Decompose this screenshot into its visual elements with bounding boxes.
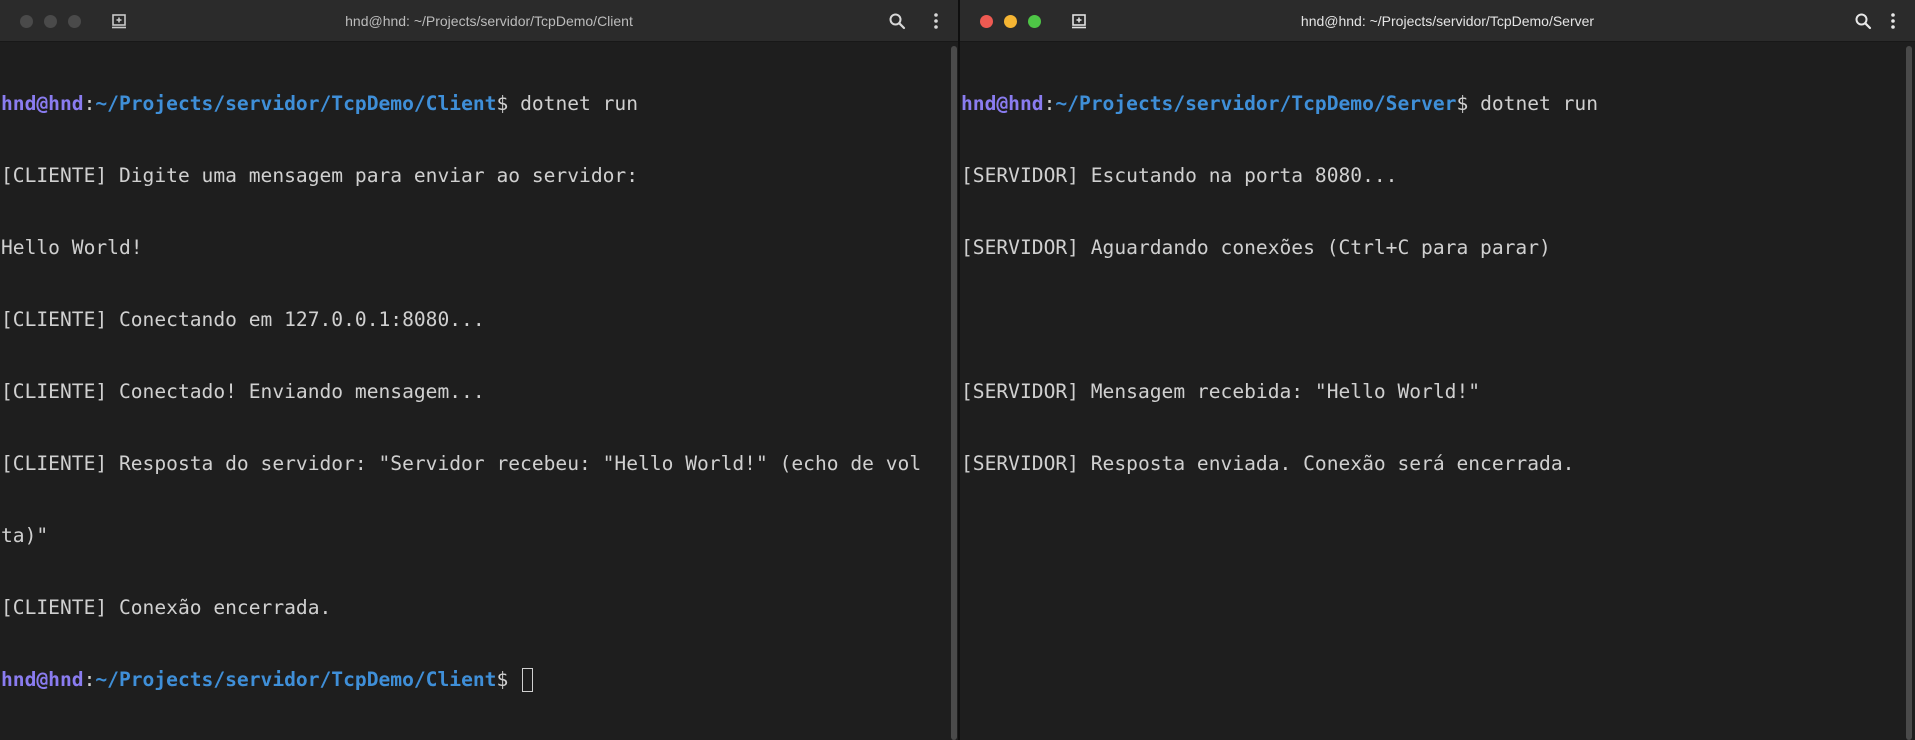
scrollbar[interactable] (951, 46, 957, 740)
prompt-symbol: $ (496, 668, 521, 691)
search-icon[interactable] (888, 12, 906, 30)
prompt-path: ~/Projects/servidor/TcpDemo/Server (1055, 92, 1457, 115)
scrollbar[interactable] (1906, 46, 1912, 740)
kebab-menu-icon[interactable] (927, 12, 945, 30)
title-bar[interactable]: hnd@hnd: ~/Projects/servidor/TcpDemo/Cli… (0, 0, 958, 42)
window-title: hnd@hnd: ~/Projects/servidor/TcpDemo/Cli… (345, 13, 633, 29)
output-line: [CLIENTE] Resposta do servidor: "Servido… (1, 452, 922, 475)
prompt-colon: : (1043, 92, 1056, 115)
prompt-user: hnd@hnd (961, 92, 1044, 115)
prompt-path: ~/Projects/servidor/TcpDemo/Client (95, 92, 497, 115)
output-line: [SERVIDOR] Escutando na porta 8080... (961, 164, 1398, 187)
maximize-button[interactable] (1028, 15, 1041, 28)
prompt-colon: : (83, 92, 96, 115)
output-line: [SERVIDOR] Resposta enviada. Conexão ser… (961, 452, 1575, 475)
command-text: dotnet run (520, 92, 639, 115)
output-line: [CLIENTE] Conectando em 127.0.0.1:8080..… (1, 308, 485, 331)
terminal-output[interactable]: hnd@hnd:~/Projects/servidor/TcpDemo/Serv… (960, 42, 1905, 740)
prompt-symbol: $ (496, 92, 521, 115)
new-tab-icon[interactable] (1070, 12, 1088, 30)
output-line: [CLIENTE] Conectado! Enviando mensagem..… (1, 380, 485, 403)
output-line: [CLIENTE] Conexão encerrada. (1, 596, 332, 619)
terminal-window-server[interactable]: hnd@hnd: ~/Projects/servidor/TcpDemo/Ser… (960, 0, 1915, 740)
maximize-button[interactable] (68, 15, 81, 28)
kebab-menu-icon[interactable] (1884, 12, 1902, 30)
close-button[interactable] (20, 15, 33, 28)
terminal-output[interactable]: hnd@hnd:~/Projects/servidor/TcpDemo/Clie… (0, 42, 948, 740)
prompt-symbol: $ (1456, 92, 1481, 115)
text-cursor (522, 668, 534, 692)
command-text: dotnet run (1480, 92, 1599, 115)
output-line: [SERVIDOR] Mensagem recebida: "Hello Wor… (961, 380, 1481, 403)
output-line: [CLIENTE] Digite uma mensagem para envia… (1, 164, 639, 187)
new-tab-icon[interactable] (110, 12, 128, 30)
search-icon[interactable] (1854, 12, 1872, 30)
window-title: hnd@hnd: ~/Projects/servidor/TcpDemo/Ser… (1300, 13, 1595, 29)
title-bar[interactable]: hnd@hnd: ~/Projects/servidor/TcpDemo/Ser… (960, 0, 1915, 42)
output-line: Hello World! (1, 236, 143, 259)
output-line: [SERVIDOR] Aguardando conexões (Ctrl+C p… (961, 236, 1551, 259)
prompt-user: hnd@hnd (1, 92, 84, 115)
prompt-colon: : (83, 668, 96, 691)
minimize-button[interactable] (1004, 15, 1017, 28)
prompt-user: hnd@hnd (1, 668, 84, 691)
command-line: hnd@hnd:~/Projects/servidor/TcpDemo/Clie… (1, 92, 948, 116)
close-button[interactable] (980, 15, 993, 28)
output-line: ta)" (1, 524, 49, 547)
desktop: hnd@hnd: ~/Projects/servidor/TcpDemo/Cli… (0, 0, 1915, 740)
terminal-window-client[interactable]: hnd@hnd: ~/Projects/servidor/TcpDemo/Cli… (0, 0, 958, 740)
prompt-path: ~/Projects/servidor/TcpDemo/Client (95, 668, 497, 691)
active-prompt-line[interactable]: hnd@hnd:~/Projects/servidor/TcpDemo/Clie… (1, 668, 948, 692)
minimize-button[interactable] (44, 15, 57, 28)
command-line: hnd@hnd:~/Projects/servidor/TcpDemo/Serv… (961, 92, 1905, 116)
